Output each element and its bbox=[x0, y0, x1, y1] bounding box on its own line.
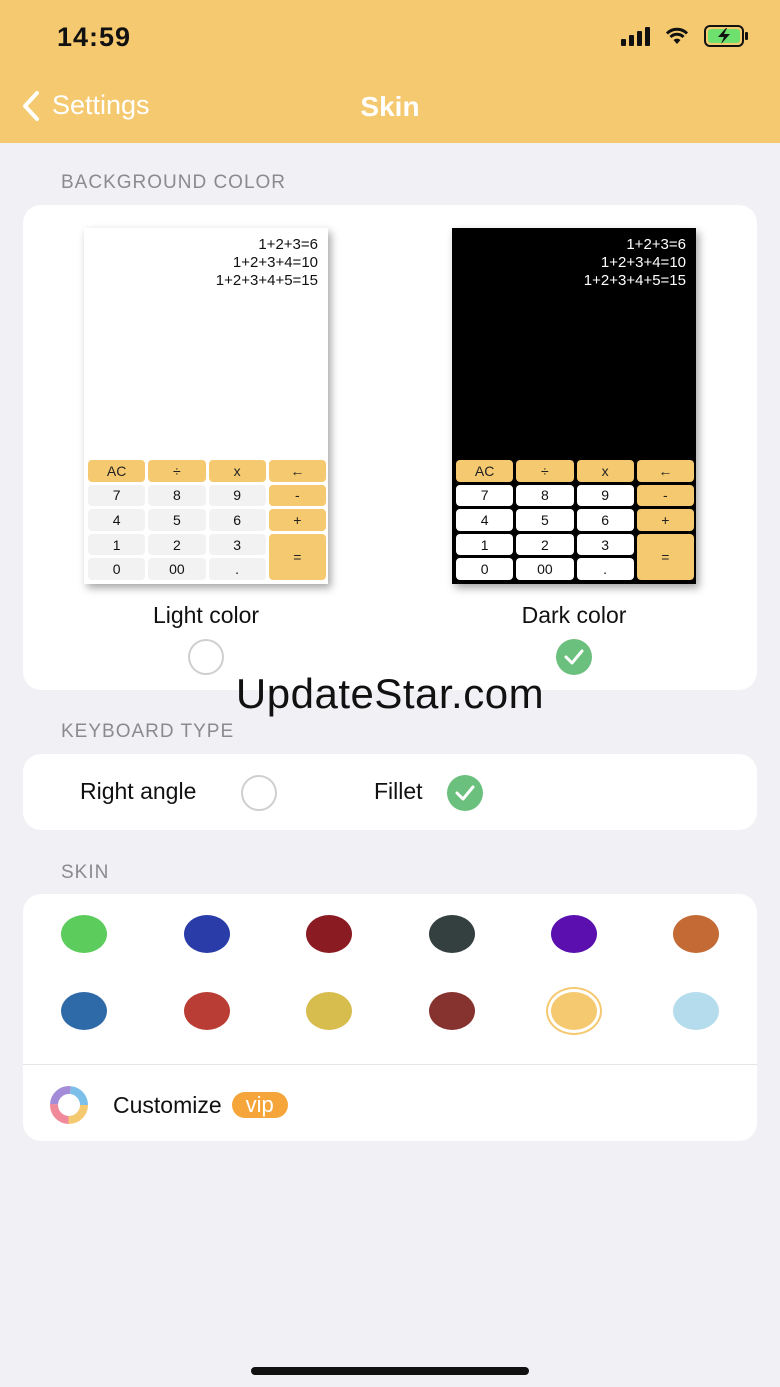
keyboard-card: Right angle Fillet bbox=[23, 754, 757, 830]
preview-keypad: AC ÷ x ← 7 8 9- 4 5 6 +1 2 3 = 0 00. bbox=[456, 460, 694, 580]
skin-swatch[interactable] bbox=[184, 992, 230, 1030]
preview-key: ← bbox=[636, 460, 694, 482]
preview-key: 9 bbox=[208, 484, 266, 507]
status-time: 14:59 bbox=[57, 22, 132, 52]
background-card: 1+2+3=6 1+2+3+4=10 1+2+3+4+5=15 AC ÷ x ← 7 8 9… bbox=[23, 205, 757, 690]
preview-key: 8 bbox=[516, 484, 574, 507]
preview-key: = bbox=[636, 533, 694, 580]
preview-key: x bbox=[208, 460, 266, 482]
checkmark-icon bbox=[564, 649, 584, 665]
skin-swatch[interactable] bbox=[551, 992, 597, 1030]
preview-key: ÷ bbox=[516, 460, 574, 482]
preview-expressions: 1+2+3=6 1+2+3+4=10 1+2+3+4+5=15 bbox=[215, 236, 318, 289]
preview-key: 3 bbox=[576, 533, 634, 556]
preview-key: 5 bbox=[516, 509, 574, 531]
skin-swatch[interactable] bbox=[673, 992, 719, 1030]
nav-header: 14:59 Settings Skin bbox=[0, 0, 780, 143]
preview-key: + bbox=[268, 509, 326, 531]
preview-key: 3 bbox=[208, 533, 266, 556]
skin-swatch[interactable] bbox=[306, 915, 352, 953]
preview-key: 0 bbox=[88, 558, 146, 580]
preview-key: - bbox=[268, 484, 326, 507]
battery-charging-icon bbox=[704, 25, 748, 47]
preview-key: . bbox=[208, 558, 266, 580]
divider bbox=[23, 1064, 757, 1065]
preview-key: 9 bbox=[576, 484, 634, 507]
fillet-label: Fillet bbox=[374, 778, 423, 804]
customize-row[interactable]: Customize vip bbox=[48, 1084, 288, 1126]
preview-key: 7 bbox=[456, 484, 514, 507]
preview-key: 4 bbox=[88, 509, 146, 531]
preview-key: 1 bbox=[456, 533, 514, 556]
preview-key: - bbox=[636, 484, 694, 507]
dark-preview[interactable]: 1+2+3=6 1+2+3+4=10 1+2+3+4+5=15 AC ÷ x ← 7 8 9… bbox=[452, 228, 696, 584]
light-color-label: Light color bbox=[152, 602, 260, 628]
fillet-radio[interactable] bbox=[447, 775, 483, 811]
preview-key: AC bbox=[88, 460, 146, 482]
preview-key: x bbox=[576, 460, 634, 482]
cellular-signal-icon bbox=[621, 26, 650, 46]
skin-swatch[interactable] bbox=[429, 915, 475, 953]
preview-key: ← bbox=[268, 460, 326, 482]
preview-key: = bbox=[268, 533, 326, 580]
keyboard-section-label: KEYBOARD TYPE bbox=[61, 721, 235, 742]
right-angle-radio[interactable] bbox=[241, 775, 277, 811]
dark-color-label: Dark color bbox=[521, 602, 627, 628]
preview-key: + bbox=[636, 509, 694, 531]
preview-expressions: 1+2+3=6 1+2+3+4=10 1+2+3+4+5=15 bbox=[583, 236, 686, 289]
preview-key: 6 bbox=[208, 509, 266, 531]
skin-swatch[interactable] bbox=[429, 992, 475, 1030]
preview-key: ÷ bbox=[148, 460, 206, 482]
skin-swatch[interactable] bbox=[551, 915, 597, 953]
skin-swatch[interactable] bbox=[306, 992, 352, 1030]
preview-key: 00 bbox=[516, 558, 574, 580]
light-preview[interactable]: 1+2+3=6 1+2+3+4=10 1+2+3+4+5=15 AC ÷ x ← 7 8 9… bbox=[84, 228, 328, 584]
skin-card: Customize vip bbox=[23, 894, 757, 1141]
home-indicator bbox=[251, 1367, 529, 1375]
vip-badge: vip bbox=[231, 1092, 288, 1118]
preview-key: 8 bbox=[148, 484, 206, 507]
status-icons bbox=[621, 25, 750, 47]
preview-key: 00 bbox=[148, 558, 206, 580]
color-wheel-icon bbox=[50, 1086, 88, 1124]
preview-key: 4 bbox=[456, 509, 514, 531]
preview-key: 0 bbox=[456, 558, 514, 580]
watermark: UpdateStar.com bbox=[235, 670, 545, 717]
skin-swatch[interactable] bbox=[61, 915, 107, 953]
skin-swatch[interactable] bbox=[673, 915, 719, 953]
skin-swatch[interactable] bbox=[184, 915, 230, 953]
skin-swatch[interactable] bbox=[61, 992, 107, 1030]
page-title: Skin bbox=[360, 91, 420, 122]
checkmark-icon bbox=[455, 785, 475, 801]
preview-key: AC bbox=[456, 460, 514, 482]
right-angle-label: Right angle bbox=[80, 778, 197, 804]
preview-key: 2 bbox=[148, 533, 206, 556]
preview-key: . bbox=[576, 558, 634, 580]
preview-key: 7 bbox=[88, 484, 146, 507]
preview-key: 5 bbox=[148, 509, 206, 531]
preview-keypad: AC ÷ x ← 7 8 9- 4 5 6 +1 2 3 = 0 00. bbox=[88, 460, 326, 580]
preview-key: 2 bbox=[516, 533, 574, 556]
skin-section-label: SKIN bbox=[61, 862, 110, 883]
preview-key: 1 bbox=[88, 533, 146, 556]
background-section-label: BACKGROUND COLOR bbox=[61, 172, 287, 193]
customize-label: Customize bbox=[113, 1091, 222, 1118]
preview-key: 6 bbox=[576, 509, 634, 531]
wifi-icon bbox=[665, 27, 689, 44]
